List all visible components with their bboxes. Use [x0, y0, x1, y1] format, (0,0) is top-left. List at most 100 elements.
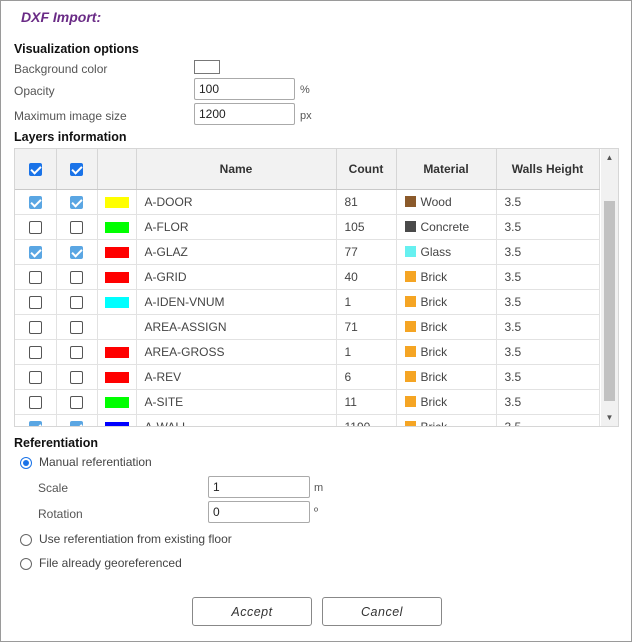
- layer-visible-cell[interactable]: [15, 364, 57, 390]
- layer-walls-height[interactable]: 3.5: [496, 364, 600, 390]
- layer-material-cell[interactable]: Brick: [396, 389, 497, 415]
- layer-visible-cell[interactable]: [15, 239, 57, 265]
- layer-walls-height[interactable]: 3.5: [496, 314, 600, 340]
- layer-material-cell[interactable]: Brick: [396, 264, 497, 290]
- layer-import-checkbox[interactable]: [70, 420, 83, 426]
- layer-material-cell[interactable]: Brick: [396, 339, 497, 365]
- layer-row[interactable]: A-GRID 40 Brick 3.5: [15, 264, 600, 290]
- layer-walls-height[interactable]: 3.5: [496, 189, 600, 215]
- scale-input[interactable]: [208, 476, 310, 498]
- layer-visible-cell[interactable]: [15, 214, 57, 240]
- layer-visible-cell[interactable]: [15, 314, 57, 340]
- layer-visible-cell[interactable]: [15, 264, 57, 290]
- layer-row[interactable]: A-SITE 11 Brick 3.5: [15, 389, 600, 415]
- header-visible-toggle[interactable]: [15, 149, 57, 190]
- scroll-up-arrow-icon[interactable]: ▲: [601, 149, 618, 166]
- layer-visible-cell[interactable]: [15, 389, 57, 415]
- layer-visible-checkbox[interactable]: [28, 420, 42, 426]
- header-import-toggle[interactable]: [56, 149, 98, 190]
- layer-row[interactable]: A-WALL 1190 Brick 3.5: [15, 414, 600, 426]
- layer-count: 105: [336, 214, 397, 240]
- header-material[interactable]: Material: [396, 149, 497, 190]
- layer-count: 77: [336, 239, 397, 265]
- layer-row[interactable]: A-GLAZ 77 Glass 3.5: [15, 239, 600, 265]
- layer-walls-height[interactable]: 3.5: [496, 289, 600, 315]
- layer-import-cell[interactable]: [56, 389, 98, 415]
- layer-walls-height[interactable]: 3.5: [496, 339, 600, 365]
- layer-visible-checkbox[interactable]: [28, 220, 42, 234]
- layer-import-checkbox[interactable]: [70, 395, 83, 409]
- layer-row[interactable]: A-DOOR 81 Wood 3.5: [15, 189, 600, 215]
- layer-walls-height[interactable]: 3.5: [496, 239, 600, 265]
- layer-visible-cell[interactable]: [15, 289, 57, 315]
- layer-color-swatch: [104, 271, 129, 283]
- scroll-down-arrow-icon[interactable]: ▼: [601, 409, 618, 426]
- layer-import-cell[interactable]: [56, 239, 98, 265]
- layer-row[interactable]: AREA-ASSIGN 71 Brick 3.5: [15, 314, 600, 340]
- layer-row[interactable]: A-REV 6 Brick 3.5: [15, 364, 600, 390]
- layer-material-cell[interactable]: Brick: [396, 314, 497, 340]
- layer-visible-cell[interactable]: [15, 189, 57, 215]
- layer-import-cell[interactable]: [56, 289, 98, 315]
- material-color-swatch: [404, 345, 416, 357]
- layer-import-cell[interactable]: [56, 339, 98, 365]
- layer-import-cell[interactable]: [56, 414, 98, 426]
- layer-visible-cell[interactable]: [15, 414, 57, 426]
- layer-visible-checkbox[interactable]: [28, 320, 42, 334]
- layer-material-cell[interactable]: Brick: [396, 289, 497, 315]
- existing-floor-referentiation-label[interactable]: Use referentiation from existing floor: [39, 532, 232, 546]
- layer-import-cell[interactable]: [56, 364, 98, 390]
- layer-visible-checkbox[interactable]: [28, 295, 42, 309]
- layer-material-cell[interactable]: Glass: [396, 239, 497, 265]
- layer-visible-cell[interactable]: [15, 339, 57, 365]
- layer-row[interactable]: A-FLOR 105 Concrete 3.5: [15, 214, 600, 240]
- layer-import-checkbox[interactable]: [70, 295, 83, 309]
- table-scrollbar[interactable]: ▲ ▼: [601, 149, 618, 426]
- layer-import-checkbox[interactable]: [70, 220, 83, 234]
- layer-walls-height[interactable]: 3.5: [496, 414, 600, 426]
- scroll-thumb[interactable]: [604, 201, 615, 401]
- cancel-button[interactable]: Cancel: [322, 597, 442, 626]
- accept-button[interactable]: Accept: [192, 597, 312, 626]
- layer-visible-checkbox[interactable]: [28, 245, 42, 259]
- select-all-import-checkbox[interactable]: [70, 162, 83, 176]
- layer-import-checkbox[interactable]: [70, 345, 83, 359]
- layer-visible-checkbox[interactable]: [28, 270, 42, 284]
- layer-import-cell[interactable]: [56, 314, 98, 340]
- layer-visible-checkbox[interactable]: [28, 195, 42, 209]
- layer-import-checkbox[interactable]: [70, 320, 83, 334]
- existing-floor-referentiation-radio[interactable]: [20, 534, 32, 546]
- layer-material-cell[interactable]: Concrete: [396, 214, 497, 240]
- layer-walls-height[interactable]: 3.5: [496, 389, 600, 415]
- georeferenced-radio[interactable]: [20, 558, 32, 570]
- layer-visible-checkbox[interactable]: [28, 370, 42, 384]
- layer-row[interactable]: A-IDEN-VNUM 1 Brick 3.5: [15, 289, 600, 315]
- header-name[interactable]: Name: [136, 149, 337, 190]
- header-walls-height[interactable]: Walls Height: [496, 149, 600, 190]
- layer-import-cell[interactable]: [56, 189, 98, 215]
- select-all-visible-checkbox[interactable]: [28, 162, 42, 176]
- layer-import-cell[interactable]: [56, 264, 98, 290]
- layer-walls-height[interactable]: 3.5: [496, 264, 600, 290]
- georeferenced-label[interactable]: File already georeferenced: [39, 556, 182, 570]
- layer-import-checkbox[interactable]: [70, 195, 83, 209]
- layer-material-cell[interactable]: Brick: [396, 414, 497, 426]
- layer-color-cell: [97, 414, 137, 426]
- rotation-input[interactable]: [208, 501, 310, 523]
- layer-import-cell[interactable]: [56, 214, 98, 240]
- layer-import-checkbox[interactable]: [70, 370, 83, 384]
- background-color-picker[interactable]: [194, 60, 220, 74]
- manual-referentiation-radio[interactable]: [20, 457, 32, 469]
- layer-import-checkbox[interactable]: [70, 245, 83, 259]
- header-count[interactable]: Count: [336, 149, 397, 190]
- layer-visible-checkbox[interactable]: [28, 345, 42, 359]
- layer-material-cell[interactable]: Wood: [396, 189, 497, 215]
- manual-referentiation-label[interactable]: Manual referentiation: [39, 455, 152, 469]
- max-image-size-input[interactable]: [194, 103, 295, 125]
- layer-visible-checkbox[interactable]: [28, 395, 42, 409]
- opacity-input[interactable]: [194, 78, 295, 100]
- layer-material-cell[interactable]: Brick: [396, 364, 497, 390]
- layer-import-checkbox[interactable]: [70, 270, 83, 284]
- layer-walls-height[interactable]: 3.5: [496, 214, 600, 240]
- layer-row[interactable]: AREA-GROSS 1 Brick 3.5: [15, 339, 600, 365]
